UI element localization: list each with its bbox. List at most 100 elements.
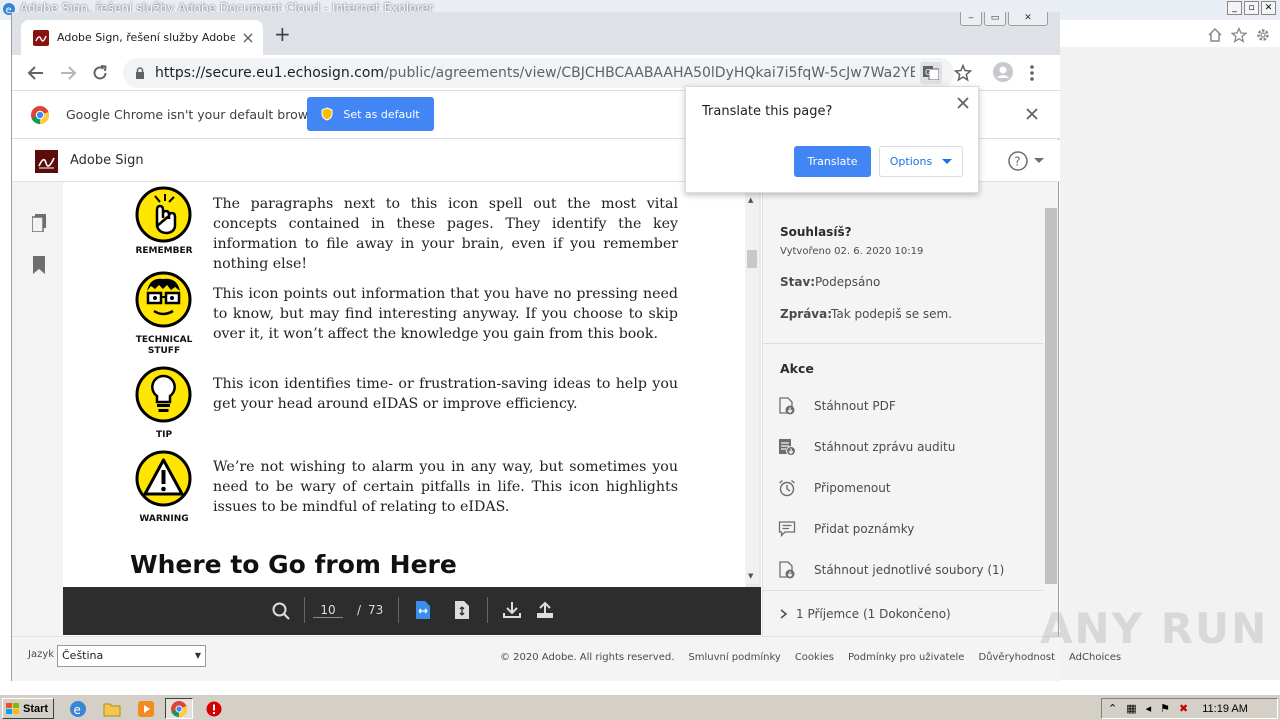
language-select[interactable]: Čeština ▼ [57,645,206,667]
technical-stuff-paragraph: This icon points out information that yo… [213,286,678,342]
download-audit-label: Stáhnout zprávu auditu [814,440,956,454]
toolbar-divider [487,597,488,623]
tab-close-icon[interactable] [243,33,253,43]
message-label: Zpráva: [780,307,833,321]
svg-text:G: G [925,68,931,77]
tip-paragraph: This icon identifies time- or frustratio… [213,376,678,412]
fit-width-icon[interactable] [416,601,430,619]
scroll-thumb[interactable] [747,250,757,268]
back-arrow-icon[interactable] [27,64,45,82]
close-window-button[interactable]: ✕ [1008,12,1048,26]
bookmark-star-icon[interactable] [954,64,972,82]
ie-close-button[interactable]: ✕ [1261,1,1276,15]
remind-action[interactable]: Připomenout [778,478,891,498]
reload-icon[interactable] [91,64,109,82]
anyrun-watermark: ANY RUN [1040,604,1269,653]
pages-thumbnail-icon[interactable] [32,214,46,232]
comment-icon [778,521,796,538]
dropdown-arrow-icon: ▼ [194,651,201,660]
clock-time: 11:19 AM [1202,702,1248,715]
tray-expand-icon[interactable]: ⌃ [1108,702,1117,715]
network-icon[interactable]: ▦ [1126,702,1136,715]
agreement-details-panel: Souhlasíš? Vytvořeno 02. 6. 2020 10:19 S… [762,182,1058,636]
browser-tab[interactable]: Adobe Sign, řešení služby Adobe Document… [21,20,263,55]
security-alert-icon[interactable]: ✖ [1179,702,1188,715]
maximize-button[interactable]: ▭ [984,12,1006,26]
ie-taskbar-icon[interactable]: e [64,698,92,719]
add-notes-action[interactable]: Přidat poznámky [778,519,914,539]
recipients-label: 1 Příjemce (1 Dokončeno) [796,607,951,621]
document-page-toolbar: 10 / 73 [63,587,761,635]
explorer-folder-icon[interactable] [98,698,126,719]
download-icon[interactable] [503,601,521,619]
ie-restore-button[interactable]: ▫ [1244,1,1259,15]
profile-avatar-icon[interactable] [992,61,1014,83]
adobe-sign-title: Adobe Sign [70,153,144,168]
download-files-action[interactable]: Stáhnout jednotlivé soubory (1) [778,560,1004,580]
download-pdf-action[interactable]: Stáhnout PDF [778,396,896,416]
page-footer: Jazyk Čeština ▼ © 2020 Adobe. All rights… [12,636,1121,681]
footer-link-cookies[interactable]: Cookies [795,652,834,663]
scroll-down-arrow-icon[interactable]: ▼ [748,572,753,580]
created-date: Vytvořeno 02. 6. 2020 10:19 [780,246,924,257]
tab-title: Adobe Sign, řešení služby Adobe Document… [57,31,235,44]
document-viewer[interactable]: REMEMBER The paragraphs next to this ico… [63,182,761,598]
bookmark-icon[interactable] [33,256,45,274]
home-icon[interactable] [1207,27,1223,43]
volume-icon[interactable]: ◂ [1146,702,1152,715]
fit-page-icon[interactable] [455,601,469,619]
ie-content-background [1060,47,1280,680]
stop-sign-icon[interactable] [200,698,228,719]
panel-divider [763,590,1043,591]
chrome-taskbar-icon[interactable] [165,698,193,719]
favorites-star-icon[interactable] [1231,27,1247,43]
footer-link-adchoices[interactable]: AdChoices [1069,652,1121,663]
scroll-up-arrow-icon[interactable]: ▲ [748,196,753,204]
url-path: /public/agreements/view/CBJCHBCAABAAHA50… [384,65,915,81]
upload-icon[interactable] [536,601,554,619]
adobe-sign-favicon [33,29,49,46]
document-scrollbar[interactable]: ▲ ▼ [745,192,759,584]
address-bar[interactable]: https://secure.eu1.echosign.com/public/a… [123,58,954,88]
flag-icon[interactable]: ⚑ [1160,702,1170,715]
tip-caption: TIP [155,430,173,440]
warning-bomb-icon [135,450,192,507]
translate-button[interactable]: Translate [794,146,871,177]
download-audit-action[interactable]: Stáhnout zprávu auditu [778,437,955,457]
section-heading: Where to Go from Here [130,550,457,579]
translate-icon[interactable]: G [920,62,942,84]
footer-link-user-terms[interactable]: Podmínky pro uživatele [848,652,964,663]
download-pdf-label: Stáhnout PDF [814,399,896,413]
chevron-down-icon [942,158,953,164]
chrome-logo-icon [30,105,50,125]
minimize-button[interactable]: ‒ [960,12,982,26]
media-player-icon[interactable] [132,698,160,719]
windows-taskbar: Start e ⌃ ▦ ◂ ⚑ ✖ 11:19 AM [0,694,1280,720]
download-files-icon [779,561,795,579]
recipients-toggle[interactable]: 1 Příjemce (1 Dokončeno) [780,607,951,621]
language-label: Jazyk [28,649,55,660]
footer-link-trust[interactable]: Důvěryhodnost [978,652,1055,663]
translate-close-icon[interactable] [957,97,969,109]
remember-paragraph: The paragraphs next to this icon spell o… [213,196,678,272]
tools-gear-icon[interactable] [1255,27,1271,43]
new-tab-button[interactable]: + [274,24,291,44]
url-text[interactable]: https://secure.eu1.echosign.com/public/a… [155,65,915,81]
panel-scrollbar[interactable] [1045,208,1057,584]
ie-minimize-button[interactable]: _ [1227,1,1242,15]
footer-link-terms[interactable]: Smluvní podmínky [688,652,780,663]
chevron-down-icon [1034,158,1044,163]
forward-arrow-icon[interactable] [59,64,77,82]
translate-question: Translate this page? [702,104,833,119]
tab-strip: Adobe Sign, řešení služby Adobe Document… [12,12,1060,55]
menu-kebab-icon[interactable] [1029,64,1035,82]
search-icon[interactable] [272,602,290,620]
start-button[interactable]: Start [2,698,54,719]
current-page-input[interactable]: 10 [313,603,343,618]
infobar-close-icon[interactable] [1026,108,1038,120]
warning-paragraph: We’re not wishing to alarm you in any wa… [213,459,678,515]
help-menu[interactable]: ? [1008,151,1044,171]
technical-stuff-icon [135,271,192,328]
options-button[interactable]: Options [879,146,963,177]
set-as-default-button[interactable]: Set as default [307,97,434,131]
